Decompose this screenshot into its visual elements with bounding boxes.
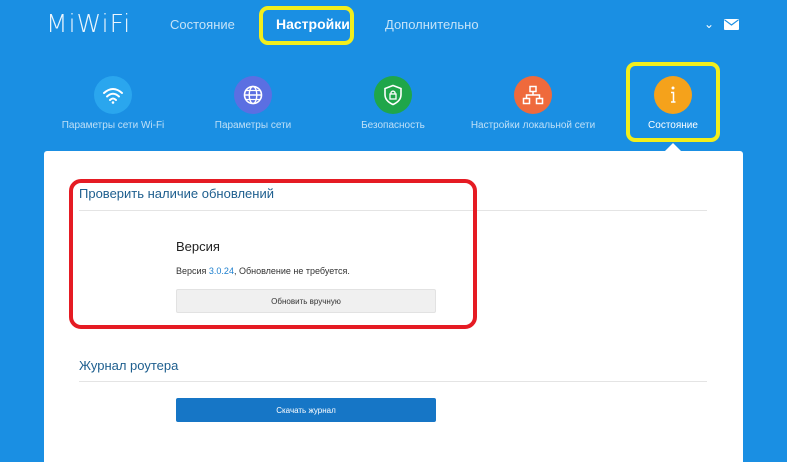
category-wifi[interactable]: Параметры сети Wi-Fi xyxy=(33,74,193,131)
version-heading: Версия xyxy=(176,239,220,254)
update-section-title: Проверить наличие обновлений xyxy=(79,186,274,201)
version-status: Версия 3.0.24, Обновление не требуется. xyxy=(176,266,350,276)
category-label: Безопасность xyxy=(361,120,425,131)
category-label: Состояние xyxy=(648,120,698,131)
version-suffix: , Обновление не требуется. xyxy=(233,266,350,276)
manual-update-button[interactable]: Обновить вручную xyxy=(176,289,436,313)
download-log-button[interactable]: Скачать журнал xyxy=(176,398,436,422)
nav-status[interactable]: Состояние xyxy=(170,17,235,32)
category-network[interactable]: Параметры сети xyxy=(173,74,333,131)
info-icon xyxy=(654,76,692,114)
version-number: 3.0.24 xyxy=(208,266,234,276)
globe-icon xyxy=(234,76,272,114)
shield-lock-icon xyxy=(374,76,412,114)
nav-settings[interactable]: Настройки xyxy=(276,16,350,32)
category-label: Параметры сети Wi-Fi xyxy=(61,120,165,131)
category-label: Параметры сети xyxy=(214,120,292,131)
network-icon xyxy=(514,76,552,114)
divider xyxy=(79,381,707,382)
category-lan[interactable]: Настройки локальной сети xyxy=(453,74,613,131)
wifi-icon xyxy=(94,76,132,114)
log-section-title: Журнал роутера xyxy=(79,358,179,373)
chevron-down-icon[interactable]: ⌄ xyxy=(704,17,714,31)
mail-icon[interactable] xyxy=(724,19,739,30)
version-prefix: Версия xyxy=(176,266,209,276)
divider xyxy=(79,210,707,211)
category-status[interactable]: Состояние xyxy=(593,74,753,131)
top-navigation: Состояние Настройки Дополнительно xyxy=(0,0,787,55)
content-panel: Проверить наличие обновлений Версия Верс… xyxy=(44,151,743,462)
settings-category-row: Параметры сети Wi-Fi Параметры сети Безо… xyxy=(0,74,787,144)
nav-advanced[interactable]: Дополнительно xyxy=(385,17,479,32)
category-security[interactable]: Безопасность xyxy=(313,74,473,131)
category-label: Настройки локальной сети xyxy=(470,120,596,131)
